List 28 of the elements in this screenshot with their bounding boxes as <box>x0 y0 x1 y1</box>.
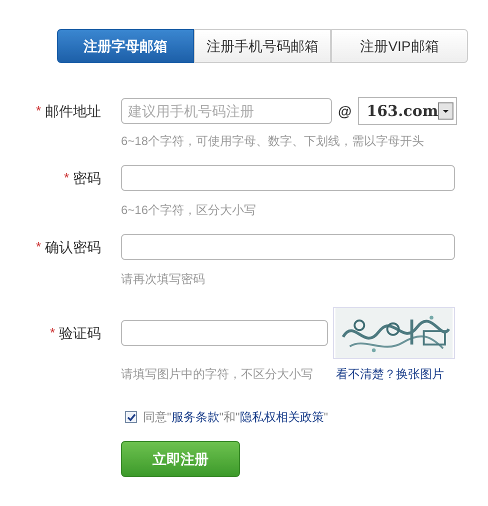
hint-text: 请再次填写密码 <box>121 271 206 288</box>
required-mark: * <box>50 324 55 342</box>
input-field[interactable] <box>121 165 455 191</box>
required-mark: * <box>36 102 41 120</box>
policy-link[interactable]: 隐私权相关政策 <box>240 410 324 424</box>
hint-text: 6~18个字符，可使用字母、数字、下划线，需以字母开头 <box>121 133 426 150</box>
at-sign: @ <box>338 102 352 120</box>
tab[interactable]: 注册字母邮箱 <box>57 29 194 63</box>
tab[interactable]: 注册手机号码邮箱 <box>194 29 331 63</box>
field-label: 邮件地址 <box>45 102 101 120</box>
hint-text: 6~16个字符，区分大小写 <box>121 202 258 219</box>
input-field[interactable] <box>121 320 328 346</box>
tab[interactable]: 注册VIP邮箱 <box>331 29 468 63</box>
input-field[interactable]: 建议用手机号码注册 <box>121 98 332 124</box>
field-label: 验证码 <box>59 324 101 342</box>
field-label: 确认密码 <box>45 238 101 256</box>
policy-link[interactable]: 服务条款 <box>171 410 220 424</box>
required-mark: * <box>64 169 69 188</box>
refresh-link[interactable]: 看不清楚？换张图片 <box>336 365 444 383</box>
input-field[interactable] <box>121 234 455 260</box>
required-mark: * <box>36 238 41 256</box>
domain-select[interactable]: 163.com <box>358 97 457 125</box>
agree-checkbox[interactable] <box>125 411 137 423</box>
caret-icon <box>438 102 454 120</box>
field-label: 密码 <box>73 168 101 188</box>
hint-text: 请填写图片中的字符，不区分大小写 <box>121 366 314 383</box>
check-icon <box>126 412 136 422</box>
agreement-text: 同意"服务条款"和"隐私权相关政策" <box>143 409 328 426</box>
